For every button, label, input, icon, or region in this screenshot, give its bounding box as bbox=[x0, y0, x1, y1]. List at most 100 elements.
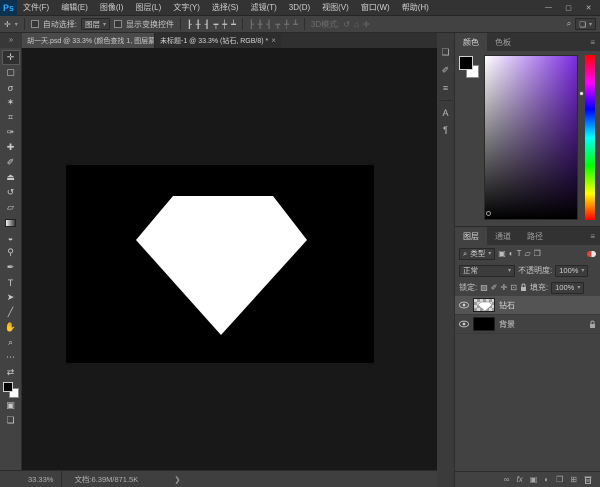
close-icon[interactable]: × bbox=[271, 36, 276, 45]
menu-image[interactable]: 图像(I) bbox=[94, 2, 130, 13]
quick-mask-button[interactable]: ▣ bbox=[2, 398, 20, 413]
color-picker-cursor[interactable] bbox=[486, 211, 491, 216]
filter-type-layers-icon[interactable]: T bbox=[517, 249, 522, 258]
foreground-color-swatch[interactable] bbox=[3, 382, 13, 392]
hue-slider-handle[interactable] bbox=[579, 91, 584, 96]
filter-type-dropdown[interactable]: ⌕ 类型 ▾ bbox=[459, 248, 495, 260]
align-hcenter-icon[interactable]: ╂ bbox=[196, 20, 201, 29]
auto-select-dropdown[interactable]: 图层 ▾ bbox=[81, 18, 110, 30]
filter-shape-layers-icon[interactable]: ▱ bbox=[525, 249, 531, 258]
pen-tool[interactable]: ✒ bbox=[2, 260, 20, 275]
tool-preset-caret-icon[interactable]: ▾ bbox=[15, 21, 18, 28]
menu-type[interactable]: 文字(Y) bbox=[167, 2, 206, 13]
screen-mode-button[interactable]: ❏ bbox=[2, 413, 20, 428]
layer-style-fx-icon[interactable]: fx bbox=[516, 475, 522, 484]
zoom-tool[interactable]: ⌕ bbox=[2, 335, 20, 350]
align-bottom-icon[interactable]: ┷ bbox=[231, 20, 236, 29]
menu-view[interactable]: 视图(V) bbox=[316, 2, 355, 13]
clone-stamp-tool[interactable]: ⏏ bbox=[2, 170, 20, 185]
new-layer-icon[interactable]: ⊞ bbox=[570, 475, 577, 484]
align-right-icon[interactable]: ┨ bbox=[205, 20, 210, 29]
lock-pixels-icon[interactable]: ✐ bbox=[491, 283, 498, 292]
menu-3d[interactable]: 3D(D) bbox=[283, 3, 316, 12]
lock-artboard-icon[interactable]: ⊡ bbox=[510, 283, 517, 292]
type-tool[interactable]: T bbox=[2, 275, 20, 290]
gradient-tool[interactable] bbox=[2, 215, 20, 230]
document-tab-inactive[interactable]: 胡一天.psd @ 33.3% (颜色查找 1, 图层蒙版/8) * × bbox=[22, 33, 154, 48]
lock-position-icon[interactable]: ✛ bbox=[501, 283, 508, 292]
new-group-icon[interactable]: ❐ bbox=[556, 475, 563, 484]
toolbar-collapse-button[interactable]: » bbox=[0, 33, 22, 48]
libraries-panel-icon[interactable]: ❏ bbox=[441, 47, 449, 58]
layer-name[interactable]: 背景 bbox=[499, 319, 515, 330]
color-swatch-pair[interactable] bbox=[459, 55, 479, 220]
paragraph-panel-icon[interactable]: ¶ bbox=[443, 125, 448, 135]
search-icon[interactable]: ⌕ bbox=[567, 19, 571, 29]
panel-menu-icon[interactable]: ≡ bbox=[585, 33, 600, 51]
edit-toolbar-button[interactable]: ⋯ bbox=[2, 350, 20, 365]
dodge-tool[interactable]: ⚲ bbox=[2, 245, 20, 260]
tab-color[interactable]: 颜色 bbox=[455, 33, 487, 51]
filter-toggle-switch[interactable] bbox=[587, 251, 596, 257]
layer-name[interactable]: 钻石 bbox=[499, 300, 515, 311]
menu-help[interactable]: 帮助(H) bbox=[396, 2, 435, 13]
foreground-background-swatches[interactable] bbox=[3, 382, 19, 398]
fill-dropdown[interactable]: 100% ▾ bbox=[551, 282, 584, 294]
align-vcenter-icon[interactable]: ┿ bbox=[222, 20, 227, 29]
maximize-button[interactable]: ▢ bbox=[560, 2, 577, 14]
auto-select-checkbox[interactable] bbox=[31, 20, 39, 28]
move-tool[interactable]: ✛ bbox=[2, 50, 20, 65]
hand-tool[interactable]: ✋ bbox=[2, 320, 20, 335]
lock-transparency-icon[interactable]: ▨ bbox=[480, 283, 488, 292]
adjustment-layer-icon[interactable]: ◐ bbox=[544, 475, 549, 484]
document-canvas[interactable] bbox=[66, 165, 374, 363]
menu-window[interactable]: 窗口(W) bbox=[355, 2, 396, 13]
menu-select[interactable]: 选择(S) bbox=[206, 2, 245, 13]
layer-thumbnail[interactable] bbox=[473, 317, 495, 331]
lock-all-icon[interactable] bbox=[520, 283, 527, 292]
canvas-area[interactable] bbox=[22, 48, 437, 470]
document-tab-active[interactable]: 未标题-1 @ 33.3% (钻石, RGB/8) * × bbox=[154, 33, 281, 48]
align-left-icon[interactable]: ┠ bbox=[187, 20, 192, 29]
properties-panel-icon[interactable]: ✐ bbox=[442, 65, 450, 76]
saturation-brightness-field[interactable] bbox=[484, 55, 578, 220]
swap-colors-button[interactable]: ⇄ bbox=[2, 365, 20, 380]
panel-menu-icon[interactable]: ≡ bbox=[585, 227, 600, 245]
workspace-switcher[interactable]: ❏ ▾ bbox=[575, 18, 596, 30]
add-mask-icon[interactable]: ▣ bbox=[530, 475, 538, 484]
blend-mode-dropdown[interactable]: 正常 ▾ bbox=[459, 265, 515, 277]
status-options-arrow[interactable]: ❯ bbox=[174, 475, 180, 484]
tab-channels[interactable]: 通道 bbox=[487, 227, 519, 245]
align-top-icon[interactable]: ┯ bbox=[213, 20, 218, 29]
link-layers-icon[interactable]: ∞ bbox=[504, 475, 510, 484]
menu-edit[interactable]: 编辑(E) bbox=[55, 2, 94, 13]
layer-row-background[interactable]: 背景 bbox=[455, 315, 600, 334]
tab-paths[interactable]: 路径 bbox=[519, 227, 551, 245]
healing-brush-tool[interactable]: ✚ bbox=[2, 140, 20, 155]
layer-thumbnail[interactable] bbox=[473, 298, 495, 312]
crop-tool[interactable]: ⌗ bbox=[2, 110, 20, 125]
brush-tool[interactable]: ✐ bbox=[2, 155, 20, 170]
menu-layer[interactable]: 图层(L) bbox=[129, 2, 167, 13]
layer-row-diamond[interactable]: 钻石 bbox=[455, 296, 600, 315]
close-button[interactable]: ✕ bbox=[580, 2, 597, 14]
history-brush-tool[interactable]: ↺ bbox=[2, 185, 20, 200]
character-panel-icon[interactable]: A bbox=[442, 108, 448, 118]
tab-layers[interactable]: 图层 bbox=[455, 227, 487, 245]
marquee-tool[interactable]: ▢ bbox=[2, 65, 20, 80]
minimize-button[interactable]: — bbox=[540, 2, 557, 14]
shape-tool[interactable]: ╱ bbox=[2, 305, 20, 320]
opacity-dropdown[interactable]: 100% ▾ bbox=[555, 265, 588, 277]
delete-layer-trash-icon[interactable] bbox=[584, 475, 592, 484]
blur-tool[interactable]: ◒ bbox=[2, 230, 20, 245]
tab-swatches[interactable]: 色板 bbox=[487, 33, 519, 51]
hue-slider[interactable] bbox=[585, 55, 595, 220]
visibility-eye-icon[interactable] bbox=[459, 301, 469, 309]
zoom-level-field[interactable]: 33.33% bbox=[0, 471, 62, 487]
visibility-eye-icon[interactable] bbox=[459, 320, 469, 328]
show-transform-checkbox[interactable] bbox=[114, 20, 122, 28]
eraser-tool[interactable]: ▱ bbox=[2, 200, 20, 215]
path-selection-tool[interactable]: ➤ bbox=[2, 290, 20, 305]
adjustments-panel-icon[interactable]: ≡ bbox=[443, 83, 448, 93]
menu-filter[interactable]: 滤镜(T) bbox=[245, 2, 283, 13]
